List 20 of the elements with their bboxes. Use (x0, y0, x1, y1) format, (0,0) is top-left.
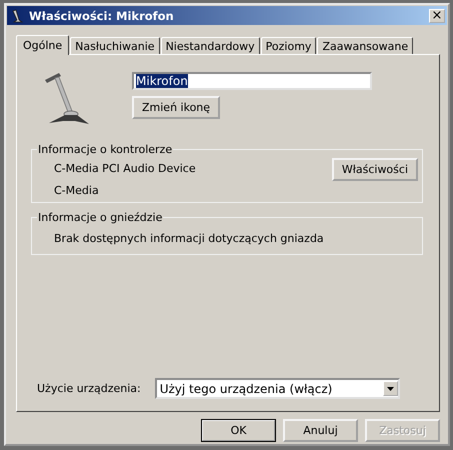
properties-button[interactable]: Właściwości (332, 158, 418, 181)
usage-dropdown[interactable]: Użyj tego urządzenia (włącz) (154, 378, 400, 399)
group-title: Informacje o kontrolerze (37, 143, 174, 156)
info-text: Brak dostępnych informacji dotyczących gniazda (54, 231, 325, 247)
group-title: Informacje o gnieździe (37, 211, 164, 224)
usage-label: Użycie urządzenia: (37, 382, 141, 395)
change-icon-button[interactable]: Zmień ikonę (132, 96, 220, 119)
dialog-button[interactable]: Anuluj (283, 419, 358, 442)
info-text: C-Media PCI Audio Device (54, 162, 196, 175)
close-button[interactable]: × (429, 8, 445, 22)
tab[interactable]: Nasłuchiwanie (70, 37, 160, 54)
tab[interactable]: Poziomy (260, 37, 316, 54)
window-title: Właściwości: Mikrofon (29, 8, 175, 22)
tab[interactable]: Zaawansowane (317, 37, 414, 54)
tab[interactable]: Niestandardowy (160, 37, 260, 54)
microphone-icon (11, 8, 25, 22)
info-text: C-Media (54, 184, 100, 197)
tab[interactable]: Ogólne (16, 35, 70, 55)
dialog-button[interactable]: OK (201, 419, 276, 442)
name-field[interactable]: Mikrofon (132, 72, 372, 90)
